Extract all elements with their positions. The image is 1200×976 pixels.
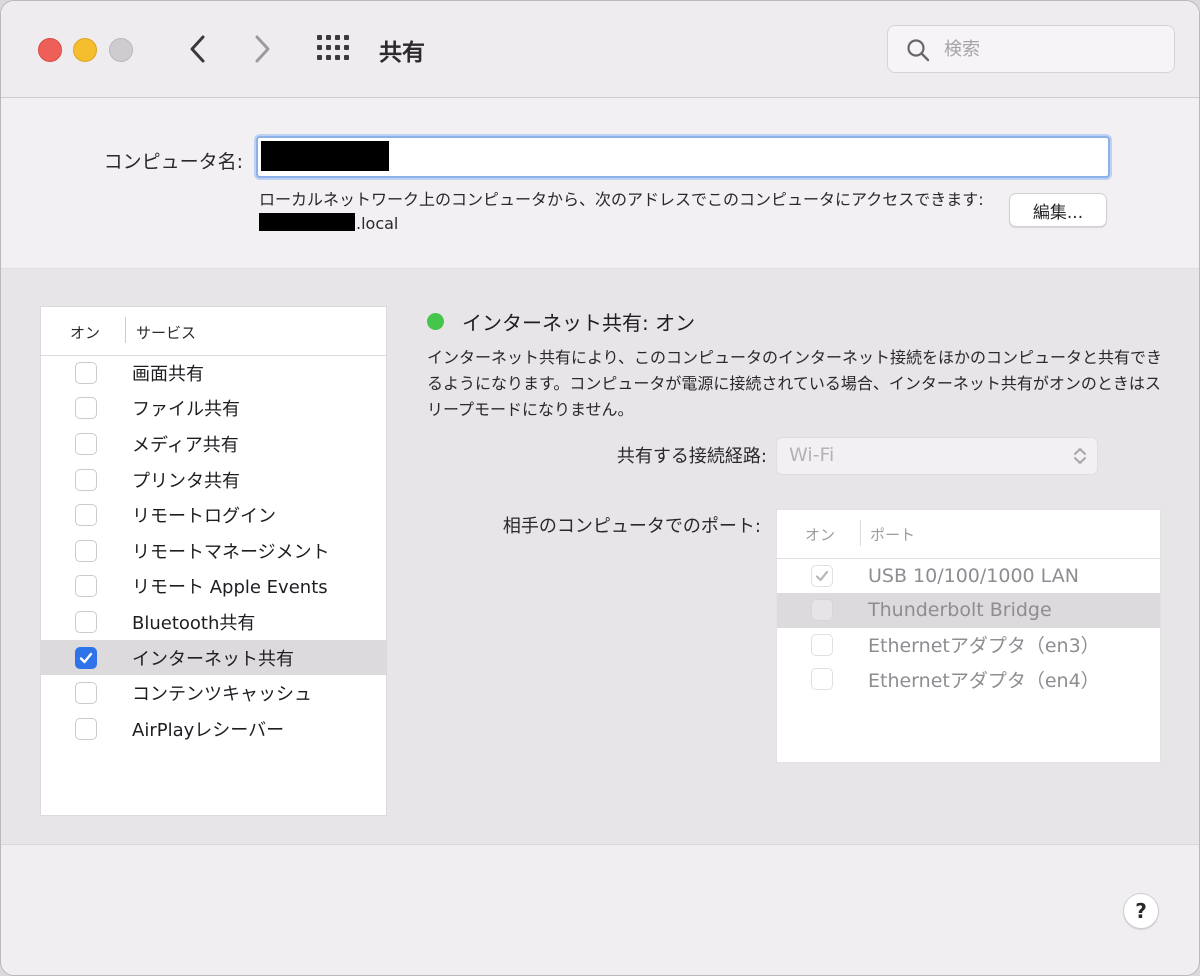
service-label: メディア共有	[132, 434, 239, 456]
service-checkbox[interactable]	[75, 397, 97, 420]
computer-name-label: コンピュータ名:	[103, 151, 243, 173]
close-window-button[interactable]	[38, 38, 62, 62]
service-label: リモート Apple Events	[132, 577, 328, 599]
ports-header: オン ポート	[777, 510, 1160, 559]
service-label: 画面共有	[132, 363, 204, 385]
service-row[interactable]: リモート Apple Events	[41, 569, 386, 605]
port-checkbox[interactable]	[811, 599, 833, 622]
port-checkbox[interactable]	[811, 565, 833, 588]
chevron-updown-icon	[1074, 448, 1086, 464]
services-header: オン サービス	[41, 307, 386, 356]
header-service[interactable]: サービス	[136, 322, 196, 343]
service-row[interactable]: インターネット共有	[41, 639, 386, 676]
redacted-computer-name	[261, 141, 389, 171]
ports-list: オン ポート USB 10/100/1000 LAN Thunderbolt Br…	[776, 509, 1161, 763]
service-row[interactable]: コンテンツキャッシュ	[41, 675, 386, 711]
address-suffix: .local	[356, 214, 399, 233]
search-icon	[907, 39, 930, 62]
service-checkbox[interactable]	[75, 504, 97, 527]
port-checkbox[interactable]	[811, 668, 833, 691]
status-title: インターネット共有: オン	[462, 311, 696, 335]
service-label: Bluetooth共有	[132, 612, 256, 634]
service-label: コンテンツキャッシュ	[132, 684, 312, 706]
sharing-main-panel: オン サービス 画面共有ファイル共有 メディア共有 プリンタ共有リモートログインリモ…	[1, 269, 1199, 845]
back-button[interactable]	[183, 31, 213, 67]
service-checkbox[interactable]	[75, 610, 97, 633]
service-checkbox[interactable]	[75, 646, 97, 669]
service-row[interactable]: メディア共有	[41, 426, 386, 462]
service-checkbox[interactable]	[75, 539, 97, 562]
service-checkbox[interactable]	[75, 432, 97, 455]
service-row[interactable]: リモートログイン	[41, 497, 386, 533]
computer-name-input[interactable]	[256, 136, 1110, 178]
route-label: 共有する接続経路:	[616, 446, 767, 467]
status-indicator	[427, 313, 444, 330]
port-label: Ethernetアダプタ（en3）	[868, 635, 1100, 658]
services-list: オン サービス 画面共有ファイル共有 メディア共有 プリンタ共有リモートログインリモ…	[40, 306, 387, 816]
service-label: AirPlayレシーバー	[132, 719, 285, 741]
computer-name-section: コンピュータ名: ローカルネットワーク上のコンピュータから、次のアドレスでこのコ…	[1, 98, 1199, 269]
service-checkbox[interactable]	[75, 717, 97, 740]
address-text: ローカルネットワーク上のコンピュータから、次のアドレスでこのコンピュータにアクセ…	[259, 190, 984, 209]
ports-header-on[interactable]: オン	[805, 524, 835, 545]
checkmark-icon	[79, 652, 93, 663]
service-label: ファイル共有	[132, 399, 240, 421]
forward-button[interactable]	[247, 31, 277, 67]
redacted-hostname	[259, 213, 355, 231]
port-row[interactable]: Ethernetアダプタ（en4）	[777, 662, 1160, 696]
ports-header-port[interactable]: ポート	[870, 524, 915, 545]
service-row[interactable]: Bluetooth共有	[41, 604, 386, 640]
service-row[interactable]: リモートマネージメント	[41, 533, 386, 569]
chevron-left-icon	[190, 35, 205, 63]
zoom-window-button[interactable]	[109, 38, 133, 62]
port-checkbox[interactable]	[811, 633, 833, 656]
port-row[interactable]: USB 10/100/1000 LAN	[777, 559, 1160, 593]
service-row[interactable]: プリンタ共有	[41, 462, 386, 498]
service-row[interactable]: AirPlayレシーバー	[41, 711, 386, 747]
header-on[interactable]: オン	[70, 322, 100, 343]
port-row[interactable]: Thunderbolt Bridge	[777, 593, 1160, 628]
service-row[interactable]: 画面共有	[41, 355, 386, 391]
search-input[interactable]	[942, 35, 1166, 63]
route-select[interactable]: Wi-Fi	[776, 437, 1098, 475]
minimize-window-button[interactable]	[73, 38, 97, 62]
help-button[interactable]: ?	[1123, 893, 1159, 929]
service-label: リモートマネージメント	[132, 541, 330, 563]
port-label: Ethernetアダプタ（en4）	[868, 669, 1100, 692]
checkmark-icon	[815, 571, 829, 582]
sharing-window: 共有 コンピュータ名: ローカルネットワーク上のコンピュータから、次のアドレスで…	[0, 0, 1200, 976]
service-row[interactable]: ファイル共有	[41, 391, 386, 427]
service-label: リモートログイン	[132, 506, 276, 528]
port-label: USB 10/100/1000 LAN	[868, 565, 1079, 588]
service-checkbox[interactable]	[75, 575, 97, 598]
address-info: ローカルネットワーク上のコンピュータから、次のアドレスでこのコンピュータにアクセ…	[259, 188, 989, 236]
ports-label: 相手のコンピュータでのポート:	[502, 516, 761, 537]
service-checkbox[interactable]	[75, 361, 97, 384]
search-field[interactable]	[887, 25, 1175, 73]
edit-button[interactable]: 編集...	[1009, 193, 1107, 227]
service-checkbox[interactable]	[75, 682, 97, 705]
service-label: インターネット共有	[132, 648, 294, 670]
service-checkbox[interactable]	[75, 468, 97, 491]
route-value: Wi-Fi	[789, 444, 835, 466]
show-all-grid-icon[interactable]	[317, 35, 351, 63]
service-label: プリンタ共有	[132, 470, 240, 492]
port-row[interactable]: Ethernetアダプタ（en3）	[777, 628, 1160, 662]
chevron-right-icon	[255, 35, 270, 63]
port-label: Thunderbolt Bridge	[868, 599, 1052, 622]
ports-rows: USB 10/100/1000 LAN Thunderbolt Bridge Eth…	[777, 559, 1160, 696]
services-rows: 画面共有ファイル共有 メディア共有 プリンタ共有リモートログインリモートマネージメン…	[41, 355, 386, 747]
window-title: 共有	[379, 40, 425, 66]
title-bar: 共有	[1, 1, 1199, 98]
service-description: インターネット共有により、このコンピュータのインターネット接続をほかのコンピュー…	[427, 348, 1163, 419]
